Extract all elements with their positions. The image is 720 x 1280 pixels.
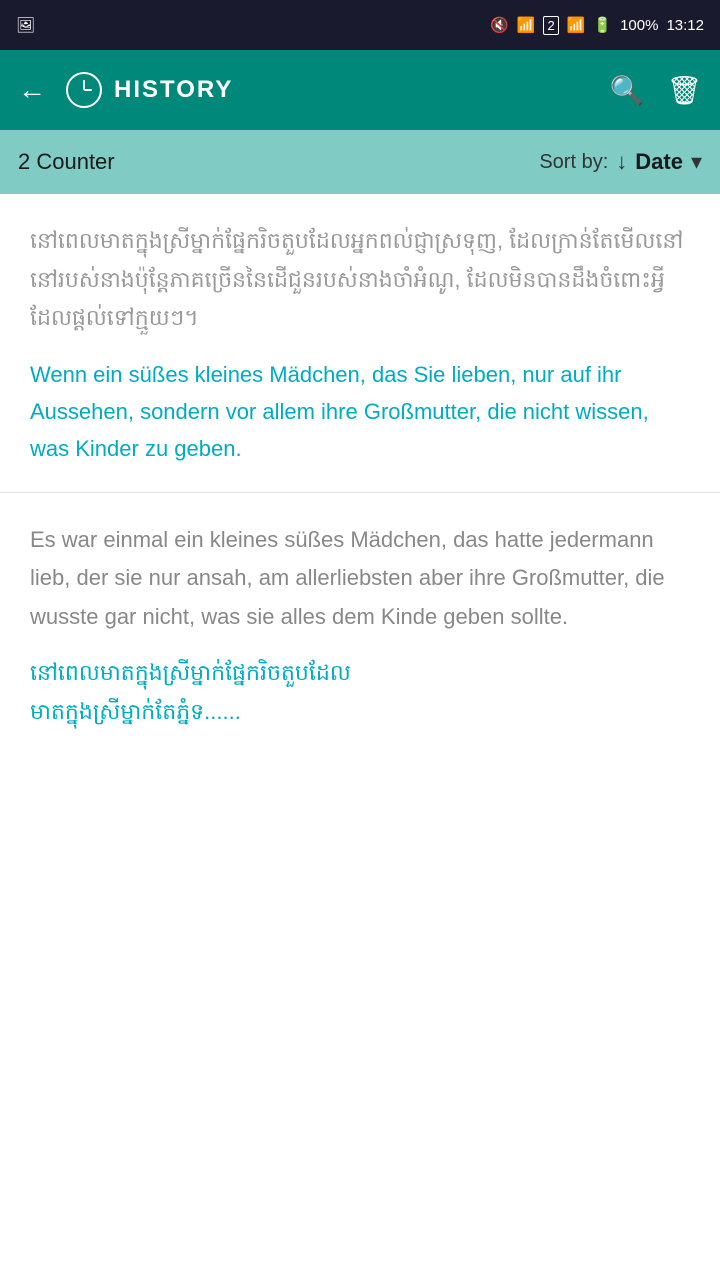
time-display: 13:12 <box>666 17 704 34</box>
toolbar-title: HISTORY <box>114 76 233 104</box>
sim2-icon: 2 <box>543 16 558 35</box>
image-icon: 🖼 <box>16 16 35 34</box>
status-right: 🔇 📶 2 📶 🔋 100% 13:12 <box>490 16 704 35</box>
battery-percent: 100% <box>620 17 658 34</box>
sort-arrow-icon: ↓ <box>616 149 627 175</box>
status-bar: 🖼 🔇 📶 2 📶 🔋 100% 13:12 <box>0 0 720 50</box>
german-text-gray-2: Es war einmal ein kleines süßes Mädchen,… <box>30 521 690 637</box>
signal-icon: 📶 <box>567 16 586 34</box>
sort-area[interactable]: Sort by: ↓ Date ▾ <box>539 149 702 175</box>
sort-value: Date <box>635 149 683 175</box>
counter-label: 2 Counter <box>18 149 115 175</box>
history-card-2: Es war einmal ein kleines süßes Mädchen,… <box>0 493 720 756</box>
search-button[interactable]: 🔍 <box>610 74 645 107</box>
status-left: 🖼 <box>16 16 35 34</box>
khmer-text-teal-2: នៅពេលមាតក្នុងស្រីម្នាក់ផ្នែករិចតួបដែល មា… <box>30 654 690 731</box>
toolbar-actions: 🔍 🗑 <box>610 74 702 107</box>
toolbar: ← HISTORY 🔍 🗑 <box>0 50 720 130</box>
back-button[interactable]: ← <box>18 76 46 104</box>
sort-dropdown-icon[interactable]: ▾ <box>691 149 702 175</box>
subheader: 2 Counter Sort by: ↓ Date ▾ <box>0 130 720 194</box>
toolbar-title-area: HISTORY <box>66 72 610 108</box>
mute-icon: 🔇 <box>490 16 509 34</box>
german-text-teal-1: Wenn ein süßes kleines Mädchen, das Sie … <box>30 356 690 468</box>
delete-button[interactable]: 🗑 <box>666 74 702 107</box>
sort-label: Sort by: <box>539 151 608 174</box>
wifi-icon: 📶 <box>517 16 536 34</box>
clock-icon <box>66 72 102 108</box>
content-area: នៅពេលមាតក្នុងស្រីម្នាក់ផ្នែករិចតួបដែលអ្ន… <box>0 194 720 755</box>
battery-icon: 🔋 <box>593 16 612 34</box>
history-card-1: នៅពេលមាតក្នុងស្រីម្នាក់ផ្នែករិចតួបដែលអ្ន… <box>0 194 720 493</box>
khmer-text-1: នៅពេលមាតក្នុងស្រីម្នាក់ផ្នែករិចតួបដែលអ្ន… <box>30 222 690 338</box>
